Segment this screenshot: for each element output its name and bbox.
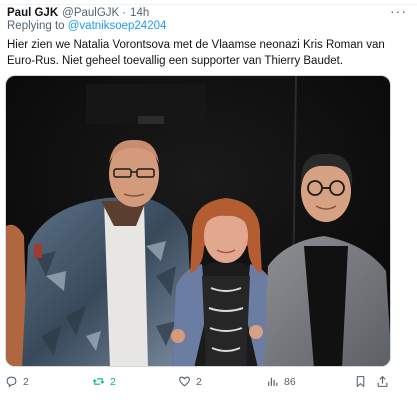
bookmark-icon (356, 376, 365, 387)
views-icon (268, 377, 278, 386)
views-count: 86 (284, 375, 296, 388)
reply-icon (6, 376, 17, 388)
share-icon (377, 376, 388, 387)
tweet-actions: 2 2 2 86 (0, 367, 417, 397)
author-name[interactable]: Paul GJK (7, 7, 58, 19)
reply-prefix: Replying to (7, 20, 65, 32)
retweet-count: 2 (110, 375, 116, 388)
tweet-time[interactable]: 14h (130, 7, 149, 19)
reply-button[interactable]: 2 (5, 375, 29, 388)
like-button[interactable]: 2 (178, 375, 202, 388)
author-handle[interactable]: @PaulGJK (62, 7, 119, 19)
share-button[interactable] (376, 375, 394, 388)
bookmark-button[interactable] (354, 375, 372, 388)
photo-illustration (6, 76, 390, 366)
separator-dot: · (122, 7, 127, 19)
like-icon (179, 376, 190, 387)
replying-to: Replying to @vatniksoep24204 (7, 20, 166, 32)
tweet-photo[interactable] (5, 75, 391, 367)
retweet-icon (92, 378, 105, 385)
reply-count: 2 (23, 375, 29, 388)
views-button[interactable]: 86 (266, 375, 296, 388)
like-count: 2 (196, 375, 202, 388)
reply-mention-link[interactable]: @vatniksoep24204 (68, 20, 167, 32)
more-icon[interactable]: ··· (390, 3, 407, 19)
retweet-button[interactable]: 2 (92, 375, 116, 388)
tweet-text: Hier zien we Natalia Vorontsova met de V… (7, 39, 385, 67)
